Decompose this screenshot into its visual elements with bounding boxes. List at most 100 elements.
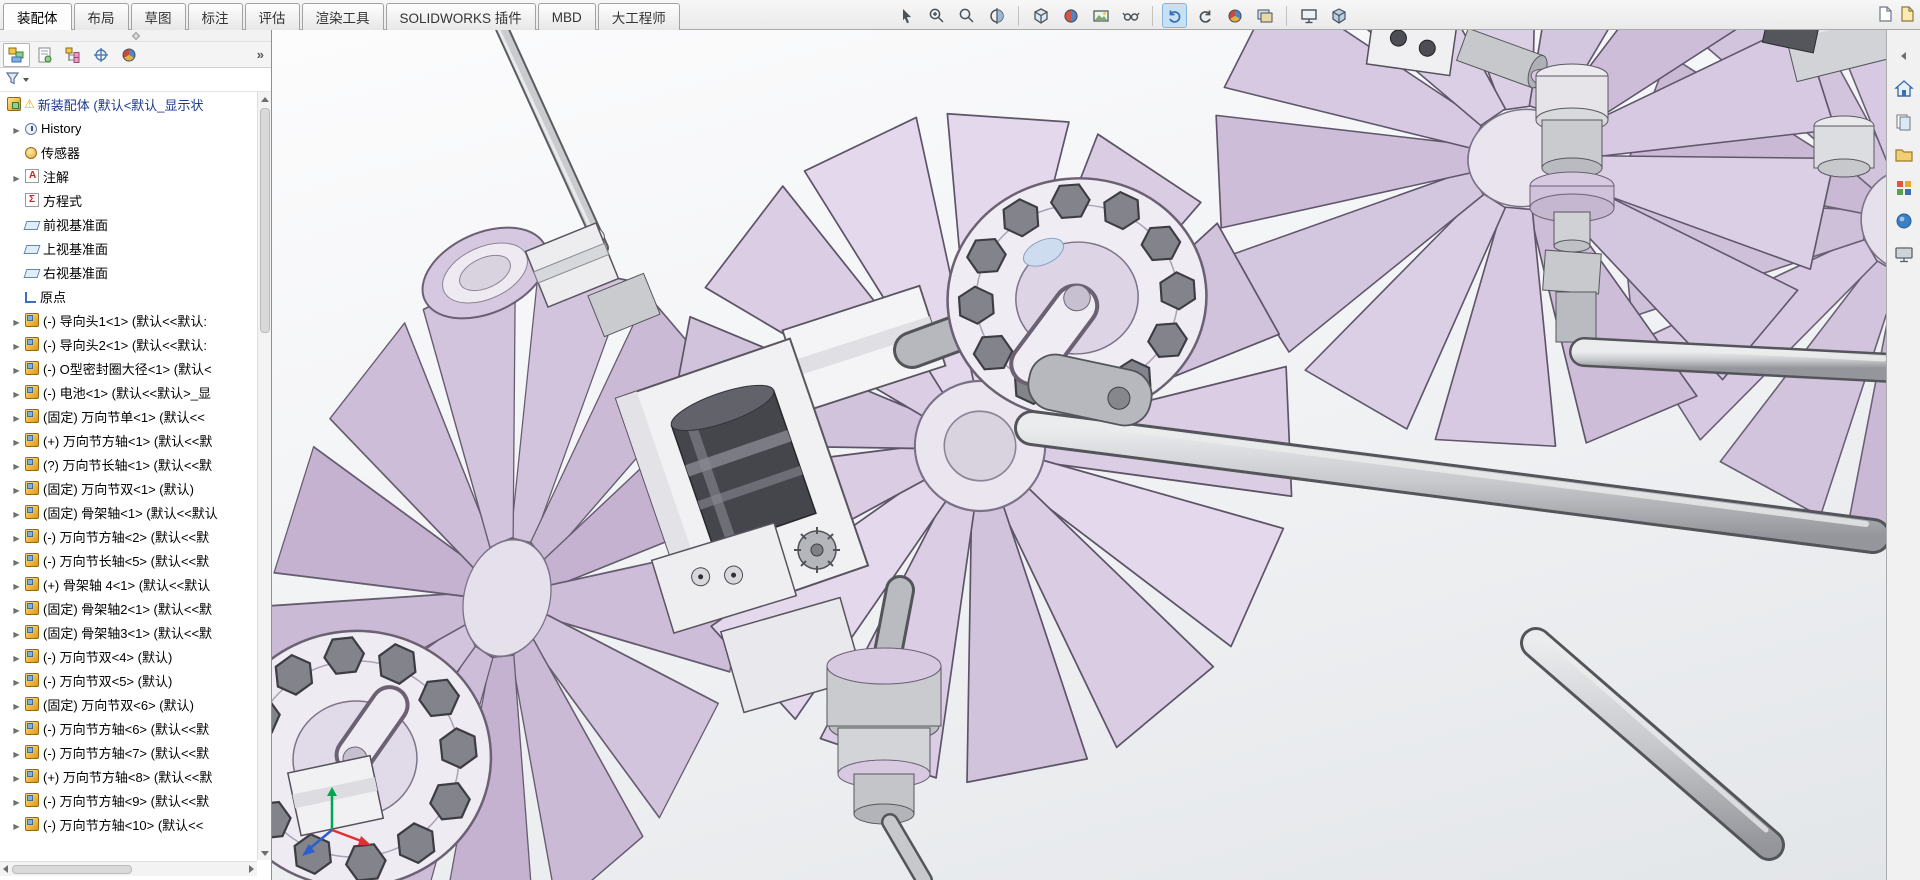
tab-layout[interactable]: 布局 bbox=[73, 3, 129, 30]
3d-model-canvas[interactable] bbox=[272, 30, 1886, 880]
tab-evaluate[interactable]: 评估 bbox=[244, 3, 300, 30]
expand-arrow-icon[interactable] bbox=[10, 577, 23, 592]
rod-top[interactable] bbox=[486, 30, 609, 255]
expand-arrow-icon[interactable] bbox=[10, 361, 23, 376]
hide-show-items-icon[interactable] bbox=[1118, 3, 1143, 28]
tree-item-right-plane[interactable]: 右视基准面 bbox=[0, 260, 257, 284]
tree-item-origin[interactable]: 原点 bbox=[0, 284, 257, 308]
apply-scene-icon[interactable] bbox=[1088, 3, 1113, 28]
tab-dimxpertmanager[interactable] bbox=[87, 43, 114, 67]
zoom-to-area-icon[interactable] bbox=[954, 3, 979, 28]
tree-item-component[interactable]: (固定) 骨架轴2<1> (默认<<默 bbox=[0, 596, 257, 620]
tree-item-equations[interactable]: 方程式 bbox=[0, 188, 257, 212]
expand-arrow-icon[interactable] bbox=[10, 601, 23, 616]
tree-item-component[interactable]: (固定) 万向节双<1> (默认) bbox=[0, 476, 257, 500]
tab-displaymanager[interactable] bbox=[115, 43, 142, 67]
tab-annotation[interactable]: 标注 bbox=[187, 3, 243, 30]
expand-arrow-icon[interactable] bbox=[10, 721, 23, 736]
new-document-icon[interactable] bbox=[1879, 6, 1892, 25]
tree-item-component[interactable]: (-) 万向节方轴<6> (默认<<默 bbox=[0, 716, 257, 740]
expand-arrow-icon[interactable] bbox=[10, 697, 23, 712]
scroll-down-button[interactable] bbox=[258, 846, 271, 860]
scroll-right-button[interactable] bbox=[249, 865, 254, 873]
tree-item-component[interactable]: (+) 骨架轴 4<1> (默认<<默认 bbox=[0, 572, 257, 596]
graphics-area[interactable] bbox=[272, 30, 1886, 880]
taskpane-expand-icon[interactable] bbox=[1892, 44, 1916, 68]
select-arrow-icon[interactable] bbox=[894, 3, 919, 28]
view-orientation-cube-icon[interactable] bbox=[1028, 3, 1053, 28]
expand-arrow-icon[interactable] bbox=[10, 337, 23, 352]
forum-icon[interactable] bbox=[1892, 209, 1916, 233]
expand-arrow-icon[interactable] bbox=[10, 121, 23, 136]
tree-item-component[interactable]: (-) 万向节双<4> (默认) bbox=[0, 644, 257, 668]
open-document-icon[interactable] bbox=[1901, 6, 1914, 25]
expand-arrow-icon[interactable] bbox=[10, 649, 23, 664]
expand-arrow-icon[interactable] bbox=[10, 169, 23, 184]
monitor-icon[interactable] bbox=[1892, 242, 1916, 266]
tree-item-component[interactable]: (-) 导向头2<1> (默认<<默认: bbox=[0, 332, 257, 356]
tab-big-engineer[interactable]: 大工程师 bbox=[597, 3, 680, 30]
tree-item-component[interactable]: (-) O型密封圈大径<1> (默认< bbox=[0, 356, 257, 380]
tree-item-component[interactable]: (固定) 骨架轴3<1> (默认<<默 bbox=[0, 620, 257, 644]
panel-expand-icon[interactable]: » bbox=[257, 47, 264, 62]
filter-caret-icon[interactable] bbox=[23, 77, 29, 82]
tab-solidworks-addins[interactable]: SOLIDWORKS 插件 bbox=[385, 3, 536, 30]
file-explorer-icon[interactable] bbox=[1892, 143, 1916, 167]
expand-arrow-icon[interactable] bbox=[10, 433, 23, 448]
expand-arrow-icon[interactable] bbox=[10, 673, 23, 688]
zoom-to-fit-icon[interactable] bbox=[924, 3, 949, 28]
edit-appearance-icon[interactable] bbox=[1058, 3, 1083, 28]
display-settings-icon[interactable] bbox=[1296, 3, 1321, 28]
tree-item-annotations[interactable]: 注解 bbox=[0, 164, 257, 188]
tree-item-top-plane[interactable]: 上视基准面 bbox=[0, 236, 257, 260]
expand-arrow-icon[interactable] bbox=[10, 457, 23, 472]
expand-arrow-icon[interactable] bbox=[10, 553, 23, 568]
appearances-scenes-icon[interactable] bbox=[1892, 176, 1916, 200]
tree-item-component[interactable]: (?) 万向节长轴<1> (默认<<默 bbox=[0, 452, 257, 476]
tree-item-component[interactable]: (-) 万向节方轴<2> (默认<<默 bbox=[0, 524, 257, 548]
tree-item-component[interactable]: (+) 万向节方轴<8> (默认<<默 bbox=[0, 764, 257, 788]
design-library-icon[interactable] bbox=[1892, 110, 1916, 134]
tree-item-component[interactable]: (+) 万向节方轴<1> (默认<<默 bbox=[0, 428, 257, 452]
scrollbar-thumb[interactable] bbox=[12, 864, 132, 874]
view-cube-icon[interactable] bbox=[1326, 3, 1351, 28]
scenes-icon[interactable] bbox=[1252, 3, 1277, 28]
tab-configurationmanager[interactable] bbox=[59, 43, 86, 67]
tree-item-component[interactable]: (-) 万向节方轴<9> (默认<<默 bbox=[0, 788, 257, 812]
undo-icon[interactable] bbox=[1162, 3, 1187, 28]
tab-assembly[interactable]: 装配体 bbox=[3, 3, 72, 30]
home-icon[interactable] bbox=[1892, 77, 1916, 101]
tree-item-component[interactable]: (-) 万向节方轴<7> (默认<<默 bbox=[0, 740, 257, 764]
tree-filter-row[interactable] bbox=[0, 68, 271, 92]
tree-item-component[interactable]: (固定) 骨架轴<1> (默认<<默认 bbox=[0, 500, 257, 524]
appearances-ball-icon[interactable] bbox=[1222, 3, 1247, 28]
expand-arrow-icon[interactable] bbox=[10, 745, 23, 760]
tree-item-component[interactable]: (-) 万向节双<5> (默认) bbox=[0, 668, 257, 692]
scroll-left-button[interactable] bbox=[3, 865, 8, 873]
shaft-bottom-right[interactable] bbox=[1520, 627, 1785, 861]
expand-arrow-icon[interactable] bbox=[10, 769, 23, 784]
tree-item-component[interactable]: (固定) 万向节单<1> (默认<< bbox=[0, 404, 257, 428]
tree-item-front-plane[interactable]: 前视基准面 bbox=[0, 212, 257, 236]
tree-item-component[interactable]: (-) 万向节方轴<10> (默认<< bbox=[0, 812, 257, 836]
tree-item-component[interactable]: (固定) 万向节双<6> (默认) bbox=[0, 692, 257, 716]
expand-arrow-icon[interactable] bbox=[10, 409, 23, 424]
expand-arrow-icon[interactable] bbox=[10, 481, 23, 496]
tab-mbd[interactable]: MBD bbox=[537, 3, 596, 30]
scrollbar-thumb[interactable] bbox=[260, 108, 270, 333]
section-view-icon[interactable] bbox=[984, 3, 1009, 28]
tab-render-tools[interactable]: 渲染工具 bbox=[301, 3, 384, 30]
tab-featuremanager[interactable] bbox=[3, 42, 30, 67]
panel-grip[interactable] bbox=[0, 30, 271, 42]
tree-item-sensors[interactable]: 传感器 bbox=[0, 140, 257, 164]
tree-item-component[interactable]: (-) 导向头1<1> (默认<<默认: bbox=[0, 308, 257, 332]
redo-icon[interactable] bbox=[1192, 3, 1217, 28]
expand-arrow-icon[interactable] bbox=[10, 313, 23, 328]
tree-item-component[interactable]: (-) 万向节长轴<5> (默认<<默 bbox=[0, 548, 257, 572]
tree-root[interactable]: 新装配体 (默认<默认_显示状 bbox=[0, 92, 257, 116]
expand-arrow-icon[interactable] bbox=[10, 817, 23, 832]
expand-arrow-icon[interactable] bbox=[10, 385, 23, 400]
expand-arrow-icon[interactable] bbox=[10, 529, 23, 544]
tab-sketch[interactable]: 草图 bbox=[130, 3, 186, 30]
expand-arrow-icon[interactable] bbox=[10, 505, 23, 520]
